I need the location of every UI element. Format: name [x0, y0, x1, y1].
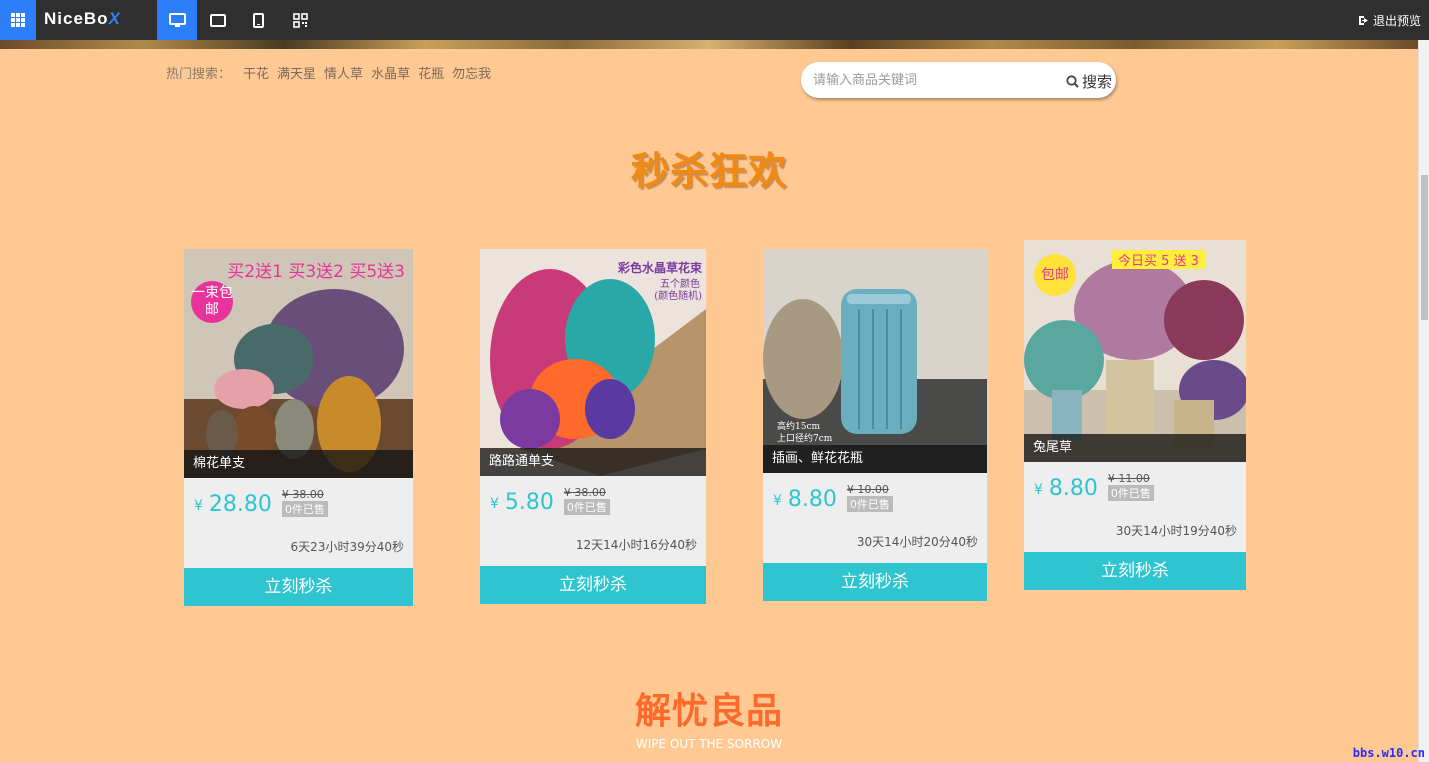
flash-buy-button[interactable]: 立刻秒杀: [1024, 552, 1246, 590]
currency-symbol: ¥: [194, 498, 203, 514]
sold-count: 0件已售: [846, 496, 893, 512]
currency-symbol: ¥: [490, 496, 499, 512]
sold-count: 0件已售: [563, 499, 610, 515]
flash-buy-button[interactable]: 立刻秒杀: [763, 563, 987, 601]
hot-keyword[interactable]: 满天星: [277, 63, 316, 82]
flash-sale-title: 秒杀狂欢: [630, 149, 787, 193]
product-card[interactable]: 高约15cm 上口径约7cm 插画、鲜花花瓶 ¥ 8.80 ¥ 10.00 0件已…: [763, 249, 987, 601]
preview-toolbar: NiceBoX 退出预览: [0, 0, 1429, 40]
qrcode-icon: [292, 12, 308, 28]
nicebox-logo: NiceBoX: [44, 9, 121, 28]
hot-keyword[interactable]: 花瓶: [418, 63, 444, 82]
search-box: 搜索: [801, 62, 1116, 98]
hot-keyword[interactable]: 干花: [243, 63, 269, 82]
desktop-view-button[interactable]: [157, 0, 197, 40]
grid-icon: [11, 13, 25, 27]
product-card[interactable]: 买2送1 买3送2 买5送3 一束包邮 棉花单支 ¥ 28.80 ¥ 38.00…: [184, 249, 413, 606]
exit-icon: [1358, 16, 1368, 25]
exit-preview-button[interactable]: 退出预览: [1358, 12, 1421, 29]
product-image[interactable]: 买2送1 买3送2 买5送3 一束包邮 棉花单支: [184, 249, 413, 478]
desktop-icon: [168, 12, 186, 27]
product-card[interactable]: 彩色水晶草花束 五个颜色 (颜色随机) 路路通单支 ¥ 5.80 ¥ 38.00…: [480, 249, 706, 604]
original-price: ¥ 38.00: [281, 488, 324, 501]
original-price: ¥ 10.00: [846, 483, 889, 496]
countdown-timer: 6天23小时39分40秒: [290, 540, 404, 554]
product-name: 棉花单支: [184, 450, 413, 478]
original-price: ¥ 11.00: [1107, 472, 1150, 485]
apps-grid-button[interactable]: [0, 0, 36, 40]
countdown-timer: 12天14小时16分40秒: [575, 538, 697, 552]
original-price: ¥ 38.00: [563, 486, 606, 499]
countdown-timer: 30天14小时20分40秒: [856, 535, 978, 549]
sale-price: 8.80: [787, 487, 837, 512]
scrollbar-thumb[interactable]: [1421, 175, 1428, 320]
hot-search-label: 热门搜索：: [166, 67, 232, 82]
price-row: ¥ 8.80 ¥ 11.00 0件已售: [1034, 472, 1154, 501]
free-shipping-badge: 一束包邮: [191, 281, 233, 323]
quality-goods-subtitle: WIPE OUT THE SORROW: [635, 737, 783, 751]
product-name: 路路通单支: [480, 448, 706, 476]
hot-keyword[interactable]: 水晶草: [371, 63, 410, 82]
watermark: bbs.w10.cn: [1352, 746, 1425, 760]
sale-price: 8.80: [1048, 476, 1098, 501]
product-image[interactable]: 彩色水晶草花束 五个颜色 (颜色随机) 路路通单支: [480, 249, 706, 476]
mobile-view-button[interactable]: [238, 0, 278, 40]
sale-price: 28.80: [208, 492, 272, 517]
hot-keyword[interactable]: 勿忘我: [452, 63, 491, 82]
sold-count: 0件已售: [1107, 485, 1154, 501]
tablet-icon: [210, 13, 226, 27]
product-card[interactable]: 今日买 5 送 3 包邮 兔尾草 ¥ 8.80 ¥ 11.00 0件已售 30天1…: [1024, 240, 1246, 590]
price-row: ¥ 28.80 ¥ 38.00 0件已售: [194, 488, 328, 517]
product-image[interactable]: 今日买 5 送 3 包邮 兔尾草: [1024, 240, 1246, 462]
free-shipping-badge: 包邮: [1034, 254, 1076, 296]
hot-search: 热门搜索： 干花 满天星 情人草 水晶草 花瓶 勿忘我: [166, 63, 491, 82]
product-image[interactable]: 高约15cm 上口径约7cm 插画、鲜花花瓶: [763, 249, 987, 473]
currency-symbol: ¥: [773, 493, 782, 509]
banner-image-edge: [0, 40, 1418, 49]
promo-text: 彩色水晶草花束: [617, 261, 702, 275]
product-name: 插画、鲜花花瓶: [763, 445, 987, 473]
hot-keyword[interactable]: 情人草: [324, 63, 363, 82]
sale-price: 5.80: [504, 490, 554, 515]
tablet-landscape-view-button[interactable]: [198, 0, 238, 40]
search-button-label: 搜索: [1081, 73, 1112, 91]
product-name: 兔尾草: [1024, 434, 1246, 462]
flash-buy-button[interactable]: 立刻秒杀: [184, 568, 413, 606]
promo-text: 买2送1 买3送2 买5送3: [227, 262, 405, 282]
search-icon: [1066, 75, 1079, 88]
currency-symbol: ¥: [1034, 482, 1043, 498]
qrcode-view-button[interactable]: [280, 0, 320, 40]
promo-text: 今日买 5 送 3: [1112, 250, 1205, 269]
flash-buy-button[interactable]: 立刻秒杀: [480, 566, 706, 604]
quality-goods-title: 解忧良品: [634, 691, 783, 732]
spec-text: 上口径约7cm: [777, 434, 833, 444]
countdown-timer: 30天14小时19分40秒: [1115, 524, 1237, 538]
price-row: ¥ 8.80 ¥ 10.00 0件已售: [773, 483, 893, 512]
search-button[interactable]: 搜索: [1066, 71, 1112, 92]
promo-subtext: (颜色随机): [654, 291, 702, 302]
search-input[interactable]: [813, 70, 1053, 90]
exit-preview-label: 退出预览: [1372, 14, 1421, 28]
page-scrollbar[interactable]: [1418, 40, 1429, 762]
sold-count: 0件已售: [281, 501, 328, 517]
phone-icon: [252, 12, 264, 28]
price-row: ¥ 5.80 ¥ 38.00 0件已售: [490, 486, 610, 515]
